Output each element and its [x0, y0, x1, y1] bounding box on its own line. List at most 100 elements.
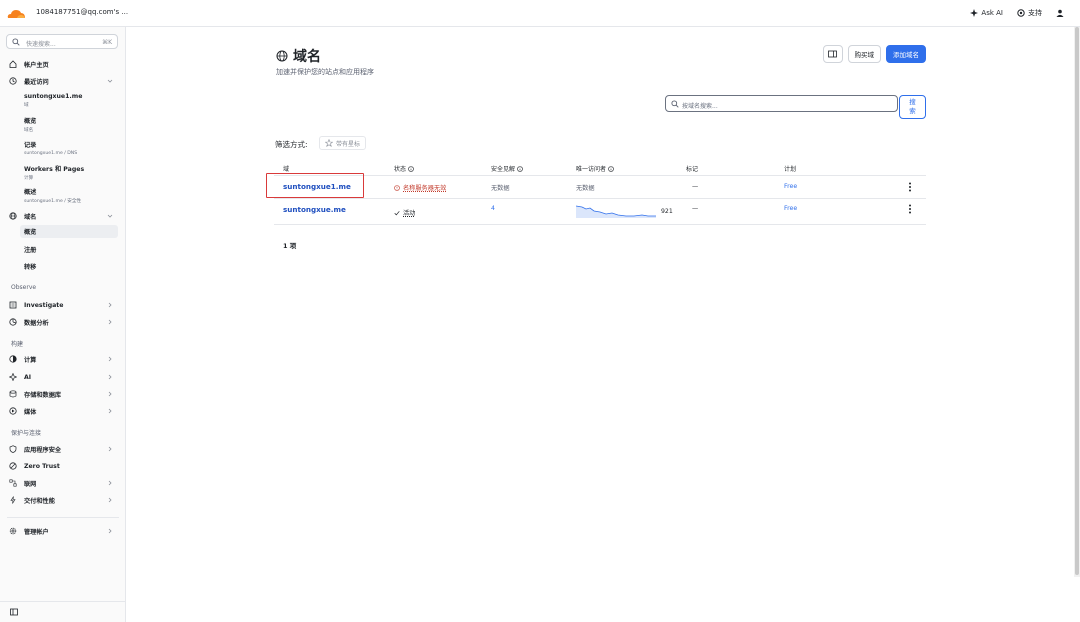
sidebar-item-app-security[interactable]: 应用程序安全 — [7, 442, 119, 456]
sidebar-subitem-transfer[interactable]: 转移 — [24, 260, 118, 273]
col-tags-label: 标记 — [686, 166, 699, 173]
recent-item-security[interactable]: 概述 suntongxue1.me / 安全性 — [24, 187, 119, 204]
recent-item-sub: suntongxue1.me / 安全性 — [24, 199, 82, 204]
info-icon[interactable] — [517, 165, 523, 172]
chevron-right-icon — [108, 497, 112, 503]
status-text[interactable]: 名称服务器无效 — [403, 183, 446, 192]
docs-button[interactable] — [822, 45, 843, 63]
table-header: 域 状态 安全见解 唯一访问者 标记 计划 — [274, 159, 926, 176]
sidebar-item-investigate[interactable]: Investigate — [7, 298, 119, 312]
info-icon[interactable] — [408, 165, 414, 172]
top-bar: 1084187751@qq.com's ... Ask AI 支持 — [0, 0, 1080, 27]
chevron-down-icon — [107, 79, 113, 83]
plan-link[interactable]: Free — [784, 205, 797, 212]
quick-search-input[interactable]: 快速搜索... ⌘K — [6, 34, 118, 49]
sidebar-item-home[interactable]: 帐户主页 — [7, 57, 119, 71]
compute-icon — [9, 355, 17, 363]
section-build: 构建 — [11, 341, 24, 348]
sidebar-item-manage-account[interactable]: 管理帐户 — [7, 524, 119, 538]
sidebar-item-analytics[interactable]: 数据分析 — [7, 315, 119, 329]
sidebar-item-label: AI — [24, 373, 32, 381]
recent-item-records[interactable]: 记录 suntongxue1.me / DNS — [24, 140, 119, 156]
account-name[interactable]: 1084187751@qq.com's ... — [36, 8, 128, 16]
user-menu-button[interactable] — [1056, 9, 1064, 17]
sidebar-item-networking[interactable]: 联网 — [7, 476, 119, 490]
info-icon[interactable] — [608, 165, 614, 172]
collapse-sidebar-icon[interactable] — [10, 608, 18, 616]
add-domain-button[interactable]: 添加域名 — [886, 45, 926, 63]
status-text[interactable]: 活动 — [403, 208, 415, 217]
media-icon — [9, 407, 17, 415]
page-subtitle: 加速并保护您的站点和应用程序 — [276, 68, 374, 76]
app: 1084187751@qq.com's ... Ask AI 支持 快速搜索..… — [0, 0, 1080, 622]
page-header: 域名 — [276, 46, 321, 66]
sidebar-item-domains[interactable]: 域名 — [7, 209, 119, 223]
col-domain-label: 域 — [283, 166, 290, 173]
check-icon — [394, 210, 400, 215]
main-content: 域名 加速并保护您的站点和应用程序 购买域 添加域名 按域名搜索... 搜 索 … — [126, 27, 1080, 622]
scrollbar-thumb[interactable] — [1075, 27, 1079, 575]
support-label: 支持 — [1028, 9, 1042, 17]
sparkle-icon — [9, 373, 17, 381]
recent-item-workers[interactable]: Workers 和 Pages 计算 — [24, 164, 119, 181]
domain-search-input[interactable]: 按域名搜索... — [665, 95, 898, 112]
recent-item-sub: 计算 — [24, 176, 34, 181]
zero-trust-icon — [9, 462, 17, 470]
domain-link[interactable]: suntongxue.me — [283, 205, 346, 214]
scrollbar[interactable] — [1074, 27, 1080, 577]
visitors-sparkline — [576, 205, 656, 218]
chevron-right-icon — [108, 446, 112, 452]
investigate-icon — [9, 301, 17, 309]
sidebar-item-media[interactable]: 媒体 — [7, 404, 119, 418]
recent-item-suntongxue1[interactable]: suntongxue1.me 域 — [24, 93, 119, 108]
pie-chart-icon — [9, 318, 17, 326]
table-row[interactable]: suntongxue.me 活动 4 921 — Free — [274, 199, 926, 225]
gear-icon — [9, 527, 17, 535]
star-icon — [325, 139, 333, 147]
chevron-right-icon — [108, 302, 112, 308]
chevron-right-icon — [108, 408, 112, 414]
more-options-icon[interactable] — [907, 181, 913, 193]
sidebar-subitem-register[interactable]: 注册 — [24, 243, 118, 256]
sidebar-item-label: 最近访问 — [24, 78, 49, 86]
col-visitors[interactable]: 唯一访问者 — [576, 164, 614, 173]
top-right-actions: Ask AI 支持 — [970, 8, 1064, 18]
col-status[interactable]: 状态 — [394, 164, 414, 173]
recent-item-sub: 域名 — [24, 128, 34, 133]
table-row[interactable]: suntongxue1.me 名称服务器无效 无数据 无数据 — Free — [274, 176, 926, 199]
col-plan[interactable]: 计划 — [784, 164, 796, 173]
plan-link[interactable]: Free — [784, 183, 797, 190]
cloudflare-logo[interactable] — [6, 7, 26, 19]
section-protect: 保护与连接 — [11, 430, 42, 437]
sidebar-item-ai[interactable]: AI — [7, 370, 119, 384]
sidebar-item-label: Investigate — [24, 301, 64, 309]
sidebar-item-label: 管理帐户 — [24, 528, 49, 536]
sidebar-item-label: Zero Trust — [24, 462, 60, 470]
sidebar-item-label: 联网 — [24, 480, 37, 488]
sidebar-item-recent[interactable]: 最近访问 — [7, 74, 119, 88]
col-tags[interactable]: 标记 — [686, 164, 698, 173]
chevron-right-icon — [108, 374, 112, 380]
visitors-cell: 无数据 — [576, 185, 595, 192]
more-options-icon[interactable] — [907, 203, 913, 215]
recent-item-overview[interactable]: 概览 域名 — [24, 116, 119, 133]
sidebar-item-zero-trust[interactable]: Zero Trust — [7, 459, 119, 473]
security-cell[interactable]: 4 — [491, 205, 495, 212]
domain-cell: suntongxue.me — [283, 205, 346, 214]
sidebar-item-delivery[interactable]: 交付和性能 — [7, 493, 119, 507]
filter-starred-chip[interactable]: 带有星标 — [319, 136, 367, 150]
sidebar-subitem-overview[interactable]: 概览 — [20, 225, 118, 238]
domain-search-button[interactable]: 搜 索 — [899, 95, 926, 119]
sidebar-divider — [7, 517, 119, 518]
col-plan-label: 计划 — [784, 166, 797, 173]
ask-ai-button[interactable]: Ask AI — [970, 9, 1003, 17]
col-security[interactable]: 安全见解 — [491, 164, 523, 173]
buy-domain-button[interactable]: 购买域 — [847, 45, 881, 63]
recent-item-sub: 域 — [24, 103, 29, 108]
col-domain[interactable]: 域 — [283, 164, 289, 173]
sidebar-item-compute[interactable]: 计算 — [7, 352, 119, 366]
sidebar-item-label: 媒体 — [24, 408, 37, 416]
domain-search-placeholder: 按域名搜索... — [682, 103, 718, 110]
sidebar-item-storage[interactable]: 存储和数据库 — [7, 387, 119, 401]
support-button[interactable]: 支持 — [1017, 8, 1042, 18]
